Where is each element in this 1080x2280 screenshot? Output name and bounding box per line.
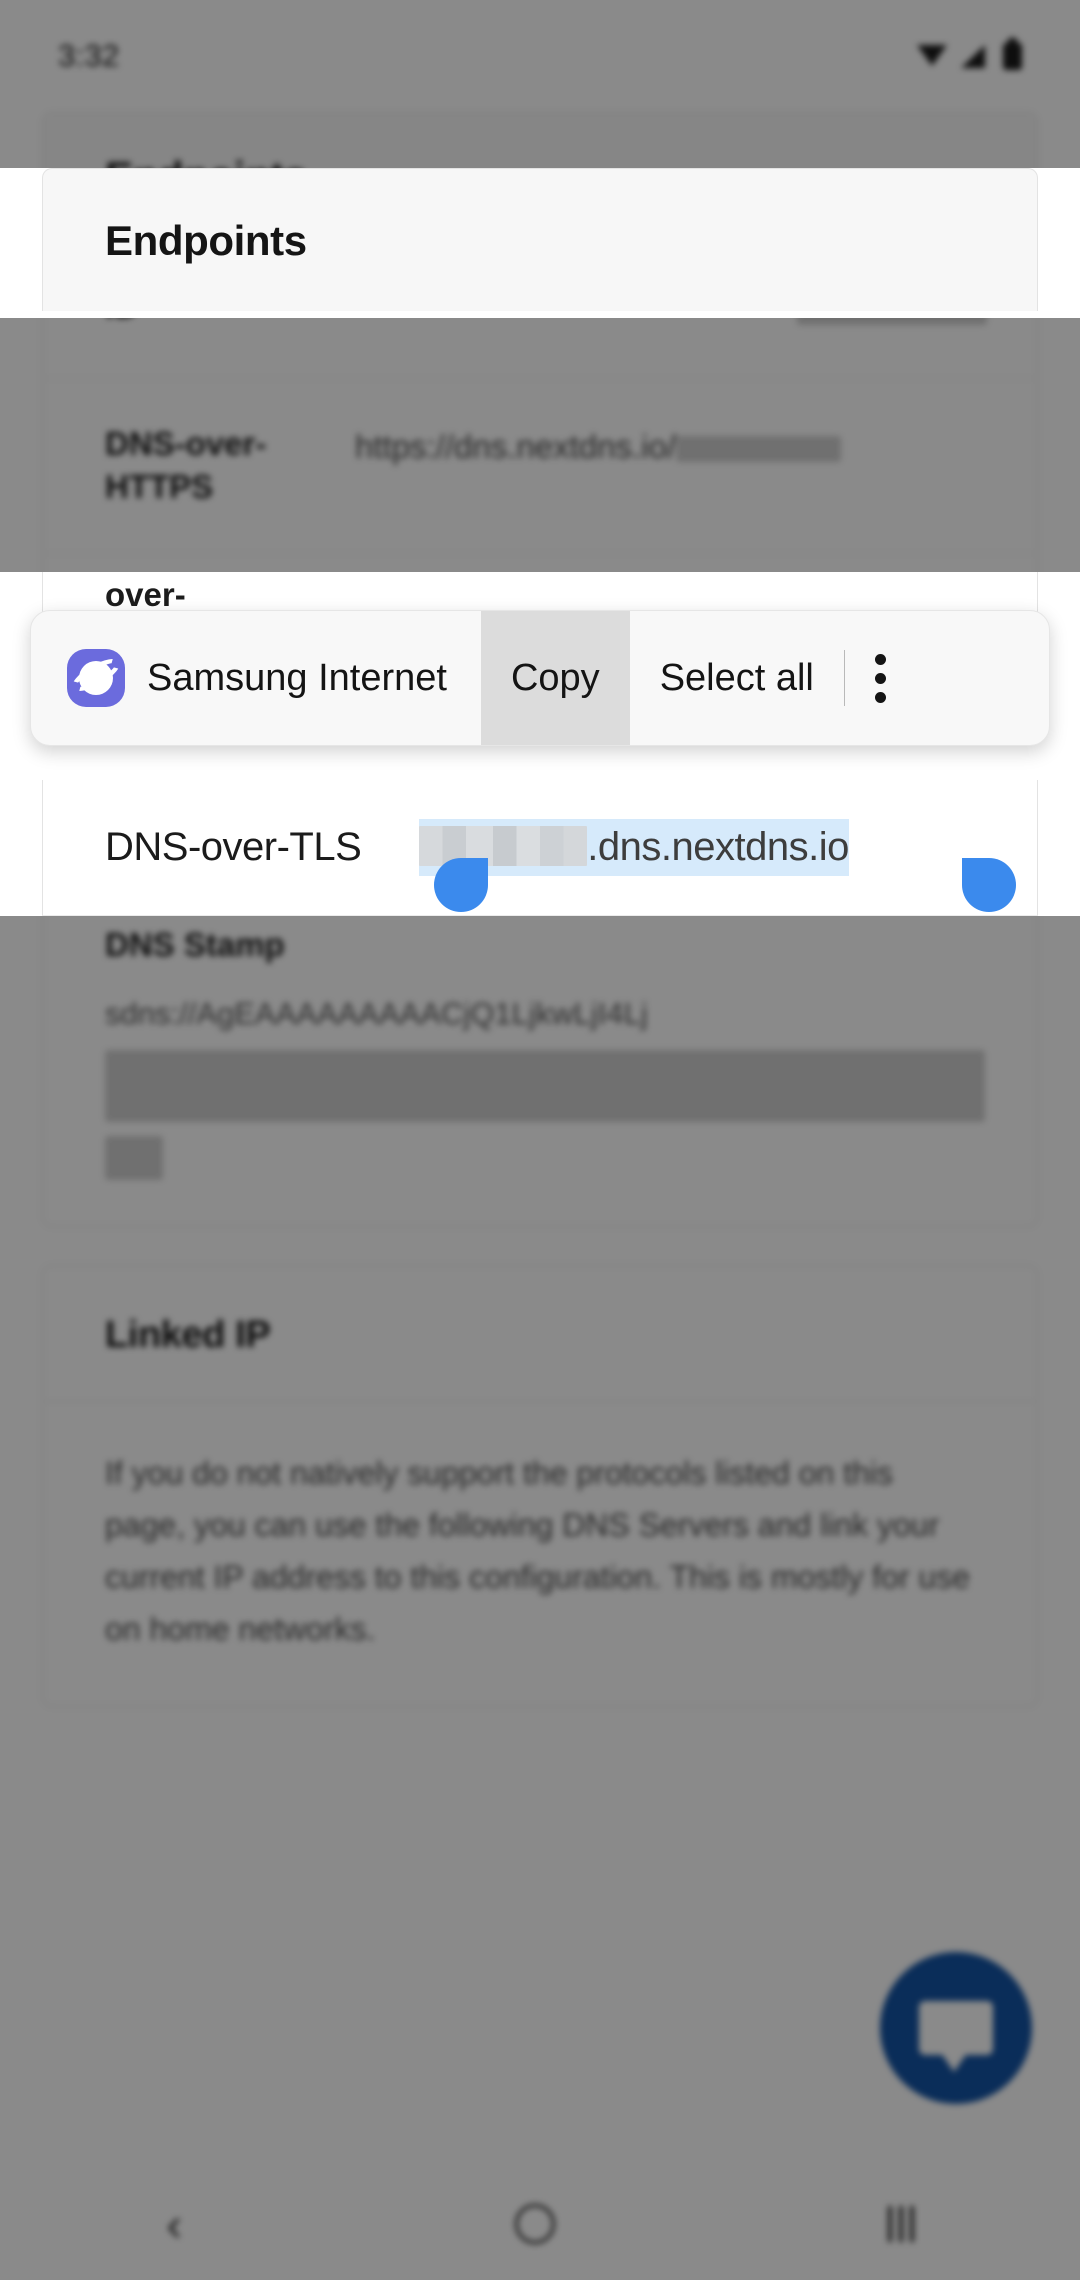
status-icon-group <box>917 37 1022 70</box>
home-icon[interactable] <box>514 2204 555 2244</box>
web-content: Endpoints ID DNS-over-HTTPS https://dns.… <box>0 112 1080 2280</box>
dns-over-tls-row[interactable]: DNS-over-TLS .dns.nextdns.io <box>42 780 1038 916</box>
dns-over-tls-label: DNS-over-TLS <box>105 825 362 869</box>
chat-bubble-icon <box>919 2001 993 2072</box>
dns-stamp-value: sdns://AgEAAAAAAAAACjQ1LjkwLjI4Lj <box>105 990 985 1181</box>
linked-ip-card: Linked IP If you do not natively support… <box>42 1265 1038 1707</box>
screen: 3:32 Endpoints ID DNS-over-H <box>0 0 1080 2280</box>
focused-header-band: Endpoints <box>0 168 1080 318</box>
row-value: https://dns.nextdns.io/ <box>355 423 987 471</box>
open-in-samsung-internet-button[interactable]: Samsung Internet <box>31 611 481 745</box>
samsung-internet-label: Samsung Internet <box>147 656 447 699</box>
dns-stamp-block: DNS Stamp sdns://AgEAAAAAAAAACjQ1LjkwLjI… <box>43 912 1037 1226</box>
row-label: DNS-over-HTTPS <box>105 424 267 505</box>
linked-ip-description: If you do not natively support the proto… <box>105 1455 970 1647</box>
linked-ip-title: Linked IP <box>105 1314 271 1357</box>
status-time: 3:32 <box>58 38 120 73</box>
battery-icon <box>1003 37 1022 70</box>
redacted-block <box>105 1136 163 1181</box>
page-title-sharp: Endpoints <box>105 217 307 264</box>
redacted-block <box>105 1050 985 1123</box>
overflow-menu-button[interactable] <box>845 611 920 745</box>
wifi-icon <box>917 45 947 67</box>
chat-fab-button[interactable] <box>880 1952 1032 2104</box>
text-selection-toolbar: Samsung Internet Copy Select all <box>30 610 1050 746</box>
select-all-label: Select all <box>659 656 814 699</box>
overflow-menu-icon <box>874 653 886 703</box>
row-label-fragment: over- <box>105 576 186 613</box>
status-bar: 3:32 <box>0 0 1080 112</box>
redacted-hostname-prefix <box>419 826 588 866</box>
linked-ip-header: Linked IP <box>43 1266 1037 1403</box>
dns-stamp-label: DNS Stamp <box>105 926 285 964</box>
samsung-internet-icon <box>67 649 125 707</box>
hostname-suffix: .dns.nextdns.io <box>587 825 849 869</box>
navigation-bar: ‹ <box>0 2168 1080 2280</box>
table-row: DNS-over-HTTPS https://dns.nextdns.io/ <box>43 379 1037 554</box>
recents-icon[interactable] <box>887 2206 914 2242</box>
redacted-block <box>676 436 842 463</box>
copy-label: Copy <box>510 656 600 699</box>
row-value-text: https://dns.nextdns.io/ <box>355 427 677 465</box>
endpoints-card-header-sharp: Endpoints <box>42 168 1038 311</box>
back-icon[interactable]: ‹ <box>166 2197 181 2251</box>
signal-icon <box>961 44 989 68</box>
background-page: 3:32 Endpoints ID DNS-over-H <box>0 0 1080 2280</box>
selection-handle-end[interactable] <box>962 858 1016 912</box>
copy-button[interactable]: Copy <box>480 611 630 745</box>
select-all-button[interactable]: Select all <box>630 611 844 745</box>
selection-handle-start[interactable] <box>434 858 488 912</box>
